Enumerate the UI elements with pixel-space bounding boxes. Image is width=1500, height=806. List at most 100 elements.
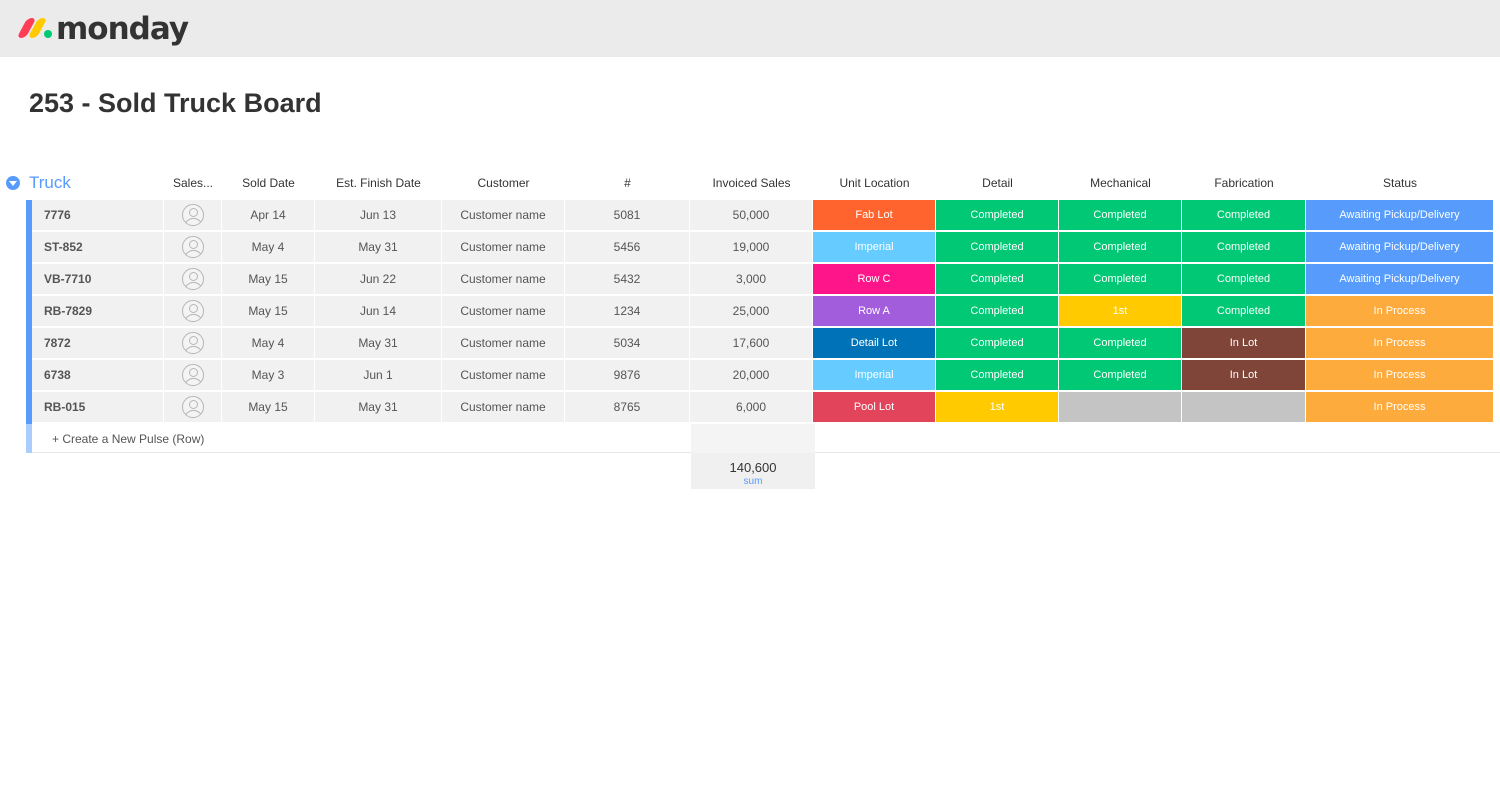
status-label[interactable]: In Process: [1306, 328, 1493, 358]
mechanical-status[interactable]: 1st: [1059, 296, 1181, 326]
table-row[interactable]: RB-015 May 15 May 31 Customer name 8765 …: [26, 392, 1500, 424]
collapse-group-icon[interactable]: [6, 176, 20, 190]
table-row[interactable]: 7872 May 4 May 31 Customer name 5034 17,…: [26, 328, 1500, 360]
group-title[interactable]: Truck: [29, 173, 71, 193]
number-cell[interactable]: 5034: [565, 328, 689, 358]
sales-person-cell[interactable]: [164, 328, 221, 358]
monday-logo[interactable]: monday: [16, 10, 189, 48]
column-header-fabrication[interactable]: Fabrication: [1182, 176, 1306, 190]
avatar-placeholder-icon[interactable]: [181, 364, 204, 386]
number-cell[interactable]: 9876: [565, 360, 689, 390]
sold-date-cell[interactable]: May 4: [222, 232, 314, 262]
mechanical-status[interactable]: Completed: [1059, 328, 1181, 358]
finish-date-cell[interactable]: May 31: [315, 392, 441, 422]
fabrication-status[interactable]: In Lot: [1182, 328, 1305, 358]
number-cell[interactable]: 5432: [565, 264, 689, 294]
avatar-placeholder-icon[interactable]: [181, 236, 204, 258]
avatar-placeholder-icon[interactable]: [181, 300, 204, 322]
table-row[interactable]: ST-852 May 4 May 31 Customer name 5456 1…: [26, 232, 1500, 264]
mechanical-status[interactable]: Completed: [1059, 360, 1181, 390]
avatar-placeholder-icon[interactable]: [181, 204, 204, 226]
mechanical-status[interactable]: Completed: [1059, 200, 1181, 230]
unit-location-status[interactable]: Imperial: [813, 360, 935, 390]
status-label[interactable]: In Process: [1306, 360, 1493, 390]
sold-date-cell[interactable]: May 4: [222, 328, 314, 358]
column-header-customer[interactable]: Customer: [442, 176, 565, 190]
unit-location-status[interactable]: Pool Lot: [813, 392, 935, 422]
sold-date-cell[interactable]: May 3: [222, 360, 314, 390]
item-name[interactable]: 7872: [32, 328, 163, 358]
fabrication-status[interactable]: Completed: [1182, 296, 1305, 326]
column-header-status[interactable]: Status: [1306, 176, 1494, 190]
table-row[interactable]: 6738 May 3 Jun 1 Customer name 9876 20,0…: [26, 360, 1500, 392]
column-header-detail[interactable]: Detail: [936, 176, 1059, 190]
avatar-placeholder-icon[interactable]: [181, 396, 204, 418]
invoiced-sales-summary[interactable]: 140,600 sum: [691, 453, 815, 489]
item-name[interactable]: 6738: [32, 360, 163, 390]
finish-date-cell[interactable]: Jun 1: [315, 360, 441, 390]
table-row[interactable]: VB-7710 May 15 Jun 22 Customer name 5432…: [26, 264, 1500, 296]
finish-date-cell[interactable]: Jun 13: [315, 200, 441, 230]
invoiced-sales-cell[interactable]: 25,000: [690, 296, 812, 326]
fabrication-status[interactable]: Completed: [1182, 264, 1305, 294]
customer-cell[interactable]: Customer name: [442, 328, 564, 358]
finish-date-cell[interactable]: Jun 14: [315, 296, 441, 326]
column-header-unit-location[interactable]: Unit Location: [813, 176, 936, 190]
status-label[interactable]: In Process: [1306, 296, 1493, 326]
sold-date-cell[interactable]: Apr 14: [222, 200, 314, 230]
status-label[interactable]: Awaiting Pickup/Delivery: [1306, 264, 1493, 294]
table-row[interactable]: RB-7829 May 15 Jun 14 Customer name 1234…: [26, 296, 1500, 328]
fabrication-status[interactable]: Completed: [1182, 232, 1305, 262]
detail-status[interactable]: Completed: [936, 200, 1058, 230]
finish-date-cell[interactable]: May 31: [315, 232, 441, 262]
invoiced-sales-cell[interactable]: 20,000: [690, 360, 812, 390]
invoiced-sales-cell[interactable]: 17,600: [690, 328, 812, 358]
mechanical-status[interactable]: [1059, 392, 1181, 422]
sum-label[interactable]: sum: [691, 476, 815, 487]
unit-location-status[interactable]: Row A: [813, 296, 935, 326]
number-cell[interactable]: 5456: [565, 232, 689, 262]
detail-status[interactable]: Completed: [936, 360, 1058, 390]
detail-status[interactable]: Completed: [936, 232, 1058, 262]
invoiced-sales-cell[interactable]: 6,000: [690, 392, 812, 422]
number-cell[interactable]: 5081: [565, 200, 689, 230]
unit-location-status[interactable]: Detail Lot: [813, 328, 935, 358]
sales-person-cell[interactable]: [164, 296, 221, 326]
customer-cell[interactable]: Customer name: [442, 392, 564, 422]
board-title[interactable]: 253 - Sold Truck Board: [29, 88, 322, 119]
number-cell[interactable]: 1234: [565, 296, 689, 326]
customer-cell[interactable]: Customer name: [442, 264, 564, 294]
column-header-sold-date[interactable]: Sold Date: [222, 176, 315, 190]
column-header-mechanical[interactable]: Mechanical: [1059, 176, 1182, 190]
fabrication-status[interactable]: [1182, 392, 1305, 422]
column-header-number[interactable]: #: [565, 176, 690, 190]
customer-cell[interactable]: Customer name: [442, 200, 564, 230]
finish-date-cell[interactable]: Jun 22: [315, 264, 441, 294]
create-new-row[interactable]: + Create a New Pulse (Row): [26, 424, 1500, 453]
finish-date-cell[interactable]: May 31: [315, 328, 441, 358]
unit-location-status[interactable]: Fab Lot: [813, 200, 935, 230]
sales-person-cell[interactable]: [164, 360, 221, 390]
sold-date-cell[interactable]: May 15: [222, 392, 314, 422]
detail-status[interactable]: Completed: [936, 328, 1058, 358]
detail-status[interactable]: Completed: [936, 264, 1058, 294]
sold-date-cell[interactable]: May 15: [222, 296, 314, 326]
create-new-pulse-label[interactable]: + Create a New Pulse (Row): [52, 432, 204, 446]
fabrication-status[interactable]: Completed: [1182, 200, 1305, 230]
column-header-sales[interactable]: Sales...: [164, 176, 222, 190]
sold-date-cell[interactable]: May 15: [222, 264, 314, 294]
item-name[interactable]: ST-852: [32, 232, 163, 262]
customer-cell[interactable]: Customer name: [442, 360, 564, 390]
status-label[interactable]: Awaiting Pickup/Delivery: [1306, 200, 1493, 230]
sales-person-cell[interactable]: [164, 392, 221, 422]
unit-location-status[interactable]: Row C: [813, 264, 935, 294]
mechanical-status[interactable]: Completed: [1059, 232, 1181, 262]
detail-status[interactable]: 1st: [936, 392, 1058, 422]
invoiced-sales-cell[interactable]: 19,000: [690, 232, 812, 262]
unit-location-status[interactable]: Imperial: [813, 232, 935, 262]
customer-cell[interactable]: Customer name: [442, 296, 564, 326]
customer-cell[interactable]: Customer name: [442, 232, 564, 262]
sales-person-cell[interactable]: [164, 232, 221, 262]
item-name[interactable]: RB-015: [32, 392, 163, 422]
item-name[interactable]: 7776: [32, 200, 163, 230]
